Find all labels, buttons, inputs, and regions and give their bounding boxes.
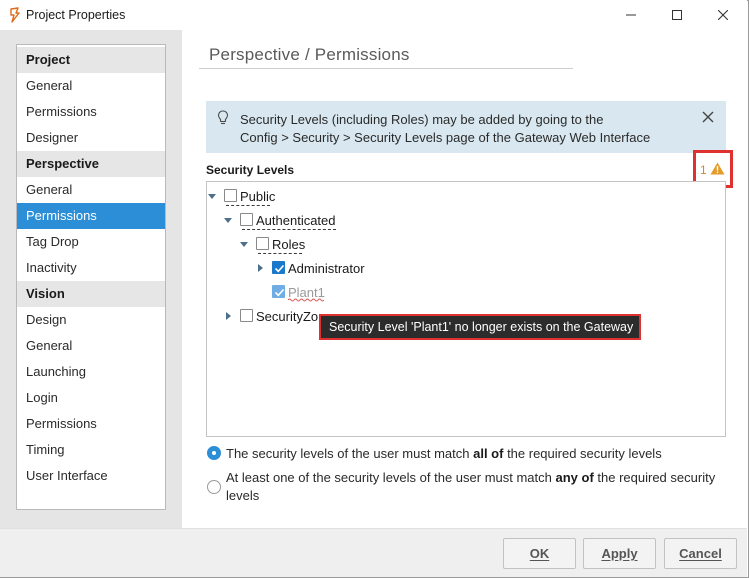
collapse-caret-icon[interactable] (207, 191, 217, 201)
window-title: Project Properties (26, 8, 126, 22)
checkbox-securityzones[interactable] (240, 309, 253, 322)
app-icon (10, 7, 20, 23)
warning-count: 1 (700, 163, 707, 177)
sidebar-item-perspective-permissions[interactable]: Permissions (17, 203, 165, 229)
minimize-icon (626, 14, 636, 16)
sidebar-item-tag-drop[interactable]: Tag Drop (17, 229, 165, 255)
sidebar-item-launching[interactable]: Launching (17, 359, 165, 385)
sidebar: Project General Permissions Designer Per… (16, 44, 166, 510)
radio-match-any[interactable] (207, 480, 221, 494)
radio-match-all-bold: all of (473, 446, 504, 461)
collapse-caret-icon[interactable] (239, 239, 249, 249)
sidebar-item-user-interface[interactable]: User Interface (17, 463, 165, 489)
title-bar: Project Properties (0, 0, 747, 30)
warning-icon (710, 162, 725, 175)
radio-match-any-prefix: At least one of the security levels of t… (226, 470, 556, 485)
tree-node-public[interactable]: Public (240, 189, 275, 204)
sidebar-item-vision-general[interactable]: General (17, 333, 165, 359)
sidebar-item-project-general[interactable]: General (17, 73, 165, 99)
info-banner (206, 101, 726, 153)
minimize-button[interactable] (608, 0, 654, 30)
ok-button[interactable]: OK (503, 538, 576, 569)
info-text-line2: Config > Security > Security Levels page… (240, 130, 651, 145)
radio-match-any-label[interactable]: At least one of the security levels of t… (226, 470, 715, 485)
checkmark-icon (274, 264, 285, 273)
error-tooltip: Security Level 'Plant1' no longer exists… (319, 314, 641, 340)
checkbox-administrator[interactable] (272, 261, 285, 274)
info-text-line1: Security Levels (including Roles) may be… (240, 112, 604, 127)
apply-button[interactable]: Apply (583, 538, 656, 569)
close-window-button[interactable] (700, 0, 746, 30)
sidebar-item-perspective-general[interactable]: General (17, 177, 165, 203)
tree-node-underline (242, 229, 336, 230)
cancel-button[interactable]: Cancel (664, 538, 737, 569)
expand-caret-icon[interactable] (223, 311, 233, 321)
sidebar-item-vision-permissions[interactable]: Permissions (17, 411, 165, 437)
collapse-caret-icon[interactable] (223, 215, 233, 225)
radio-match-all-label[interactable]: The security levels of the user must mat… (226, 446, 662, 461)
page-title: Perspective / Permissions (209, 45, 410, 64)
sidebar-item-login[interactable]: Login (17, 385, 165, 411)
tree-node-roles[interactable]: Roles (272, 237, 305, 252)
sidebar-item-inactivity[interactable]: Inactivity (17, 255, 165, 281)
maximize-icon (672, 10, 682, 20)
close-icon (718, 10, 728, 20)
checkbox-roles[interactable] (256, 237, 269, 250)
tree-node-underline (226, 205, 270, 206)
radio-match-all-prefix: The security levels of the user must mat… (226, 446, 474, 461)
maximize-button[interactable] (654, 0, 700, 30)
sidebar-item-timing[interactable]: Timing (17, 437, 165, 463)
expand-caret-icon[interactable] (255, 263, 265, 273)
checkmark-icon (274, 288, 285, 297)
radio-match-any-suffix: the required security (593, 470, 716, 485)
radio-match-any-bold: any of (555, 470, 594, 485)
sidebar-item-designer[interactable]: Designer (17, 125, 165, 151)
sidebar-header-vision: Vision (17, 281, 165, 307)
close-info-icon[interactable] (700, 109, 716, 125)
security-levels-label: Security Levels (206, 163, 295, 177)
sidebar-header-project: Project (17, 47, 165, 73)
checkbox-plant1[interactable] (272, 285, 285, 298)
sidebar-header-perspective: Perspective (17, 151, 165, 177)
tree-node-underline (258, 253, 302, 254)
tree-node-administrator[interactable]: Administrator (288, 261, 365, 276)
sidebar-item-design[interactable]: Design (17, 307, 165, 333)
sidebar-item-project-permissions[interactable]: Permissions (17, 99, 165, 125)
checkbox-authenticated[interactable] (240, 213, 253, 226)
radio-match-all[interactable] (207, 446, 221, 460)
tree-node-authenticated[interactable]: Authenticated (256, 213, 336, 228)
checkbox-public[interactable] (224, 189, 237, 202)
radio-match-any-label-line2[interactable]: levels (226, 488, 259, 503)
error-squiggle (288, 298, 324, 302)
radio-match-all-suffix: the required security levels (503, 446, 662, 461)
title-divider (199, 68, 573, 69)
lightbulb-icon (217, 110, 229, 125)
